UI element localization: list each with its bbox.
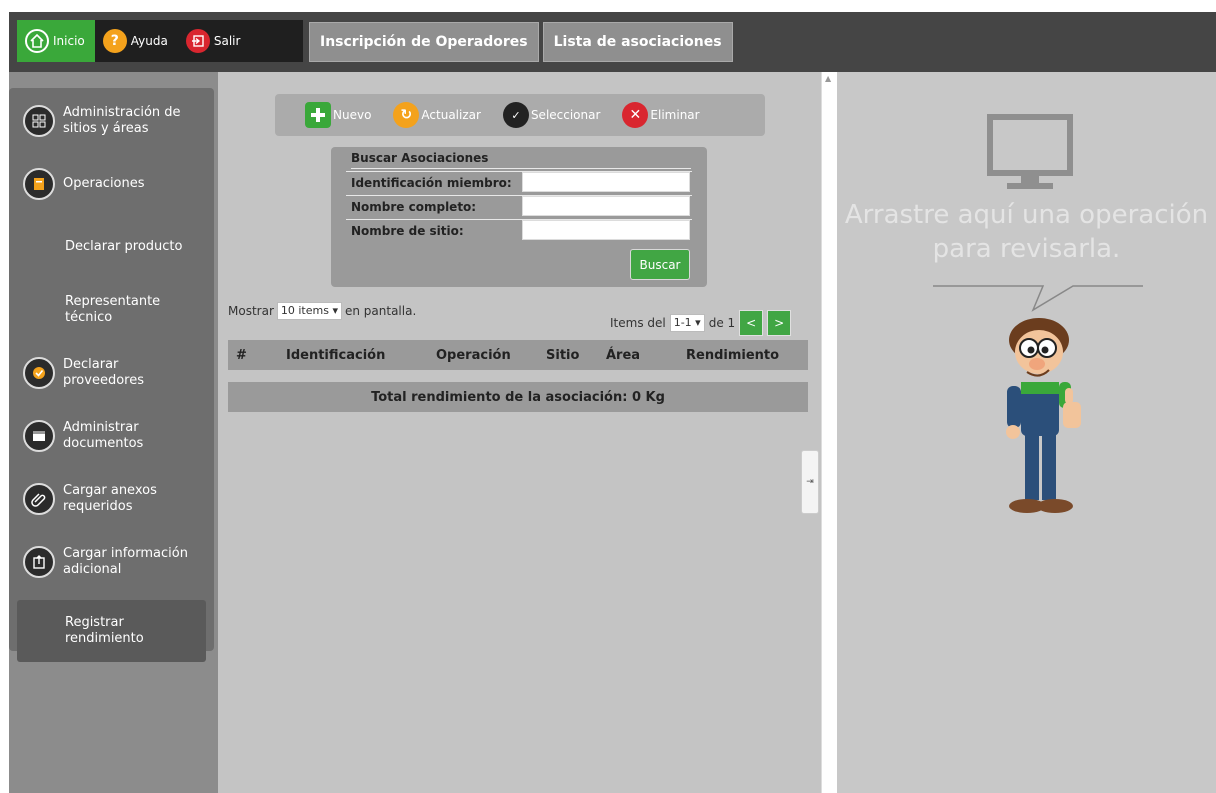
top-nav: Inicio ? Ayuda Salir — [17, 20, 303, 62]
sidebar-menu: Administración de sitios y áreas Operaci… — [9, 88, 214, 662]
sidebar-item-sites[interactable]: Administración de sitios y áreas — [9, 96, 214, 146]
pagination: Items del 1-1 ▾ de 1 < > — [610, 310, 792, 336]
suppliers-icon — [23, 357, 55, 389]
sidebar-item-label: Operaciones — [63, 176, 145, 191]
column-header-sitio[interactable]: Sitio — [538, 348, 598, 363]
monitor-icon — [987, 114, 1073, 189]
sidebar-item-declarar-producto[interactable]: Declarar producto — [9, 222, 214, 272]
sidebar-item-label: Representante técnico — [65, 294, 161, 325]
documents-icon — [23, 420, 55, 452]
sidebar-item-attachments[interactable]: Cargar anexos requeridos — [9, 474, 214, 524]
sidebar-item-documents[interactable]: Administrar documentos — [9, 411, 214, 461]
next-page-button[interactable]: > — [767, 310, 792, 336]
table-header: # Identificación Operación Sitio Área Re… — [228, 340, 808, 370]
refresh-button[interactable]: ↻ Actualizar — [393, 102, 481, 128]
mascot-illustration — [1006, 318, 1081, 513]
page-size-control: Mostrar 10 items ▾ en pantalla. — [228, 302, 416, 320]
nav-inicio-label: Inicio — [53, 34, 85, 48]
nav-inicio-button[interactable]: Inicio — [17, 20, 95, 62]
top-bar: Inicio ? Ayuda Salir Inscripción de Oper… — [9, 12, 1216, 72]
full-name-input[interactable] — [522, 196, 690, 216]
show-suffix: en pantalla. — [344, 304, 417, 318]
nav-salir-button[interactable]: Salir — [178, 20, 251, 62]
plus-icon — [305, 102, 331, 128]
sidebar-item-label: Administración de sitios y áreas — [63, 105, 181, 136]
paging-row: Mostrar 10 items ▾ en pantalla. Items de… — [218, 300, 821, 336]
sidebar-item-label: Registrar rendimiento — [65, 615, 144, 646]
refresh-label: Actualizar — [421, 108, 481, 122]
upload-icon — [23, 546, 55, 578]
refresh-icon: ↻ — [393, 102, 420, 128]
column-header-rendimiento[interactable]: Rendimiento — [678, 348, 798, 363]
delete-label: Eliminar — [650, 108, 700, 122]
collapse-panel-handle[interactable]: ⇥ — [801, 450, 819, 514]
search-panel: Buscar Asociaciones Identificación miemb… — [331, 147, 707, 287]
column-header-operacion[interactable]: Operación — [428, 348, 538, 363]
nav-ayuda-button[interactable]: ? Ayuda — [95, 20, 178, 62]
tab-lista-asociaciones[interactable]: Lista de asociaciones — [542, 22, 733, 62]
sidebar-item-representante[interactable]: Representante técnico — [9, 285, 214, 335]
main-content: Nuevo ↻ Actualizar ✓ Seleccionar ✕ Elimi… — [218, 72, 821, 793]
nav-ayuda-label: Ayuda — [130, 34, 168, 48]
operations-icon — [23, 168, 55, 200]
search-row-site: Nombre de sitio: — [346, 219, 692, 241]
help-icon: ? — [102, 29, 127, 53]
sidebar-item-suppliers[interactable]: Declarar proveedores — [9, 348, 214, 398]
panel-scrollbar[interactable]: ▲ — [821, 72, 837, 793]
site-name-label: Nombre de sitio: — [351, 224, 464, 238]
sidebar-item-additional-info[interactable]: Cargar información adicional — [9, 537, 214, 587]
sites-icon — [23, 105, 55, 137]
sidebar-item-label: Administrar documentos — [63, 420, 144, 451]
page-of-label: de 1 — [708, 316, 736, 330]
prev-page-button[interactable]: < — [739, 310, 764, 336]
tab-inscripcion-operadores[interactable]: Inscripción de Operadores — [309, 22, 539, 62]
drop-zone-panel[interactable]: Arrastre aquí una operación para revisar… — [837, 72, 1216, 793]
select-icon: ✓ — [502, 102, 529, 128]
tab-strip: Inscripción de Operadores Lista de asoci… — [309, 22, 733, 62]
search-row-id: Identificación miembro: — [346, 171, 692, 193]
nav-salir-label: Salir — [213, 34, 241, 48]
table-total-row: Total rendimiento de la asociación: 0 Kg — [228, 382, 808, 412]
column-header-number[interactable]: # — [228, 348, 278, 363]
sidebar-item-label: Cargar información adicional — [63, 546, 188, 577]
full-name-label: Nombre completo: — [351, 200, 477, 214]
attachment-icon — [23, 483, 55, 515]
sidebar-item-label: Declarar producto — [65, 239, 183, 254]
delete-icon: ✕ — [622, 102, 649, 128]
page-range-value: 1-1 — [673, 316, 692, 329]
sidebar-item-registrar-rendimiento[interactable]: Registrar rendimiento — [17, 600, 206, 662]
page-range-select[interactable]: 1-1 ▾ — [669, 314, 705, 332]
drop-hint: Arrastre aquí una operación para revisar… — [837, 198, 1216, 266]
scroll-up-icon[interactable]: ▲ — [825, 74, 831, 83]
action-toolbar: Nuevo ↻ Actualizar ✓ Seleccionar ✕ Elimi… — [275, 94, 765, 136]
select-label: Seleccionar — [530, 108, 601, 122]
page-size-value: 10 items — [280, 304, 329, 317]
select-button[interactable]: ✓ Seleccionar — [502, 102, 601, 128]
search-button[interactable]: Buscar — [630, 249, 690, 280]
page-size-select[interactable]: 10 items ▾ — [276, 302, 342, 320]
drop-hint-line1: Arrastre aquí una operación — [844, 200, 1209, 230]
sidebar-item-label: Cargar anexos requeridos — [63, 483, 157, 514]
show-prefix: Mostrar — [228, 304, 274, 318]
home-icon — [25, 29, 49, 53]
items-prefix: Items del — [610, 316, 666, 330]
sidebar-item-label: Declarar proveedores — [63, 357, 144, 388]
sidebar-item-operations[interactable]: Operaciones — [9, 159, 214, 209]
exit-icon — [185, 29, 210, 53]
column-header-area[interactable]: Área — [598, 348, 678, 363]
new-button[interactable]: Nuevo — [305, 102, 371, 128]
delete-button[interactable]: ✕ Eliminar — [622, 102, 700, 128]
app-window: Inicio ? Ayuda Salir Inscripción de Oper… — [0, 0, 1216, 793]
search-title: Buscar Asociaciones — [351, 151, 691, 169]
member-id-input[interactable] — [522, 172, 690, 192]
search-row-name: Nombre completo: — [346, 195, 692, 217]
new-label: Nuevo — [333, 108, 372, 122]
member-id-label: Identificación miembro: — [351, 176, 512, 190]
drop-hint-line2: para revisarla. — [932, 234, 1121, 264]
site-name-input[interactable] — [522, 220, 690, 240]
column-header-identificacion[interactable]: Identificación — [278, 348, 428, 363]
